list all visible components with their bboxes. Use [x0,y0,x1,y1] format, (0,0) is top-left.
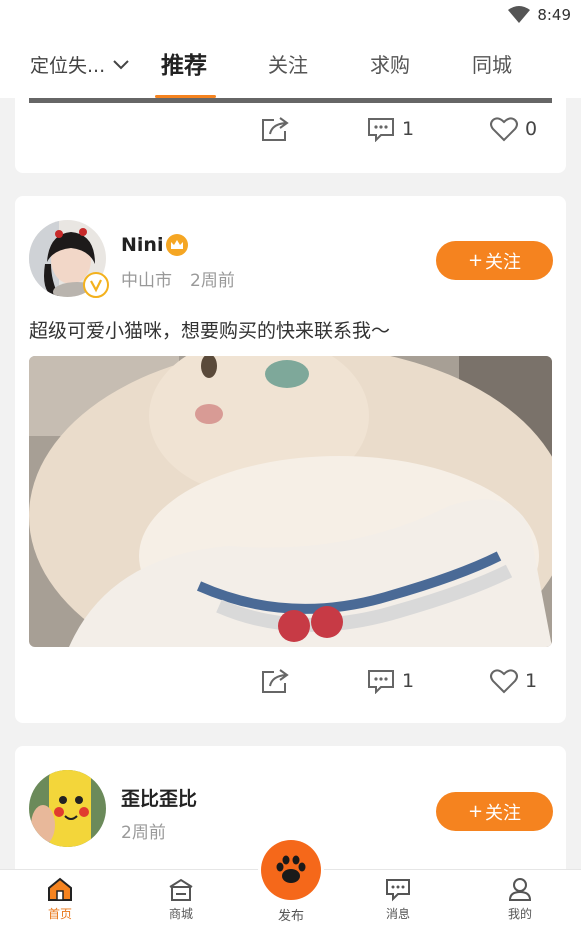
feed[interactable]: 1 0 Nini 中山市 2周前 + 关注 超级可爱小猫咪，想要购买的快来联系我… [0,98,581,869]
tab-recommend[interactable]: 推荐 [161,46,207,80]
comment-button[interactable]: 1 [366,668,414,694]
publish-button[interactable] [261,840,321,900]
tab-local[interactable]: 同城 [472,49,512,78]
comment-icon [368,670,394,694]
nav-publish-label: 发布 [277,909,304,924]
share-icon [262,669,289,693]
status-time: 8:49 [537,6,571,24]
profile-icon [508,878,532,901]
status-bar: 8:49 [0,0,581,32]
avatar-image [29,770,106,847]
plus-icon: + [467,801,484,822]
username[interactable]: 歪比歪比 [121,784,197,811]
share-button[interactable] [260,116,290,142]
cat-photo [29,356,552,647]
post-time: 2周前 [121,823,166,843]
tab-wanted[interactable]: 求购 [370,49,410,78]
avatar[interactable] [29,770,106,847]
share-button[interactable] [260,668,290,694]
crown-icon [166,234,188,256]
top-nav: 定位失... 推荐 关注 求购 同城 [0,32,581,98]
like-button[interactable]: 0 [489,116,537,142]
heart-icon [490,669,518,694]
post-card: Nini 中山市 2周前 + 关注 超级可爱小猫咪，想要购买的快来联系我～ 1 … [15,196,566,723]
verified-icon [90,279,102,293]
post-city: 中山市 [121,271,172,291]
post-card: 1 0 [15,98,566,173]
post-actions: 1 1 [15,668,566,708]
like-count: 1 [525,670,538,692]
wifi-icon [508,6,530,23]
follow-button[interactable]: + 关注 [436,792,553,831]
nav-profile[interactable]: 我的 [480,876,560,922]
post-image[interactable] [29,356,552,647]
nav-home[interactable]: 首页 [20,876,100,922]
post-actions: 1 0 [15,116,566,156]
tab-follow[interactable]: 关注 [268,49,308,78]
username[interactable]: Nini [121,234,163,256]
follow-button[interactable]: + 关注 [436,241,553,280]
shop-icon [169,878,193,901]
message-icon [386,879,410,902]
comment-button[interactable]: 1 [366,116,414,142]
verified-badge [83,272,109,298]
like-count: 0 [525,118,538,140]
nav-messages[interactable]: 消息 [358,876,438,922]
comment-count: 1 [402,670,415,692]
comment-icon [368,118,394,142]
heart-icon [490,117,518,142]
post-text: 超级可爱小猫咪，想要购买的快来联系我～ [29,320,391,342]
nav-shop-label: 商城 [168,907,193,921]
nav-shop[interactable]: 商城 [141,876,221,922]
plus-icon: + [467,250,484,271]
like-button[interactable]: 1 [489,668,537,694]
location-label: 定位失... [30,55,106,77]
media-progress-bar [29,98,552,103]
nav-messages-label: 消息 [385,907,410,921]
post-time: 2周前 [190,271,235,291]
location-selector[interactable]: 定位失... [30,51,129,78]
home-icon [48,877,72,901]
follow-label: 关注 [485,802,522,824]
nav-profile-label: 我的 [507,907,532,921]
nav-home-label: 首页 [47,907,72,921]
paw-icon [276,855,306,883]
follow-label: 关注 [485,251,522,273]
comment-count: 1 [402,118,415,140]
share-icon [262,117,289,141]
chevron-down-icon [113,59,129,69]
